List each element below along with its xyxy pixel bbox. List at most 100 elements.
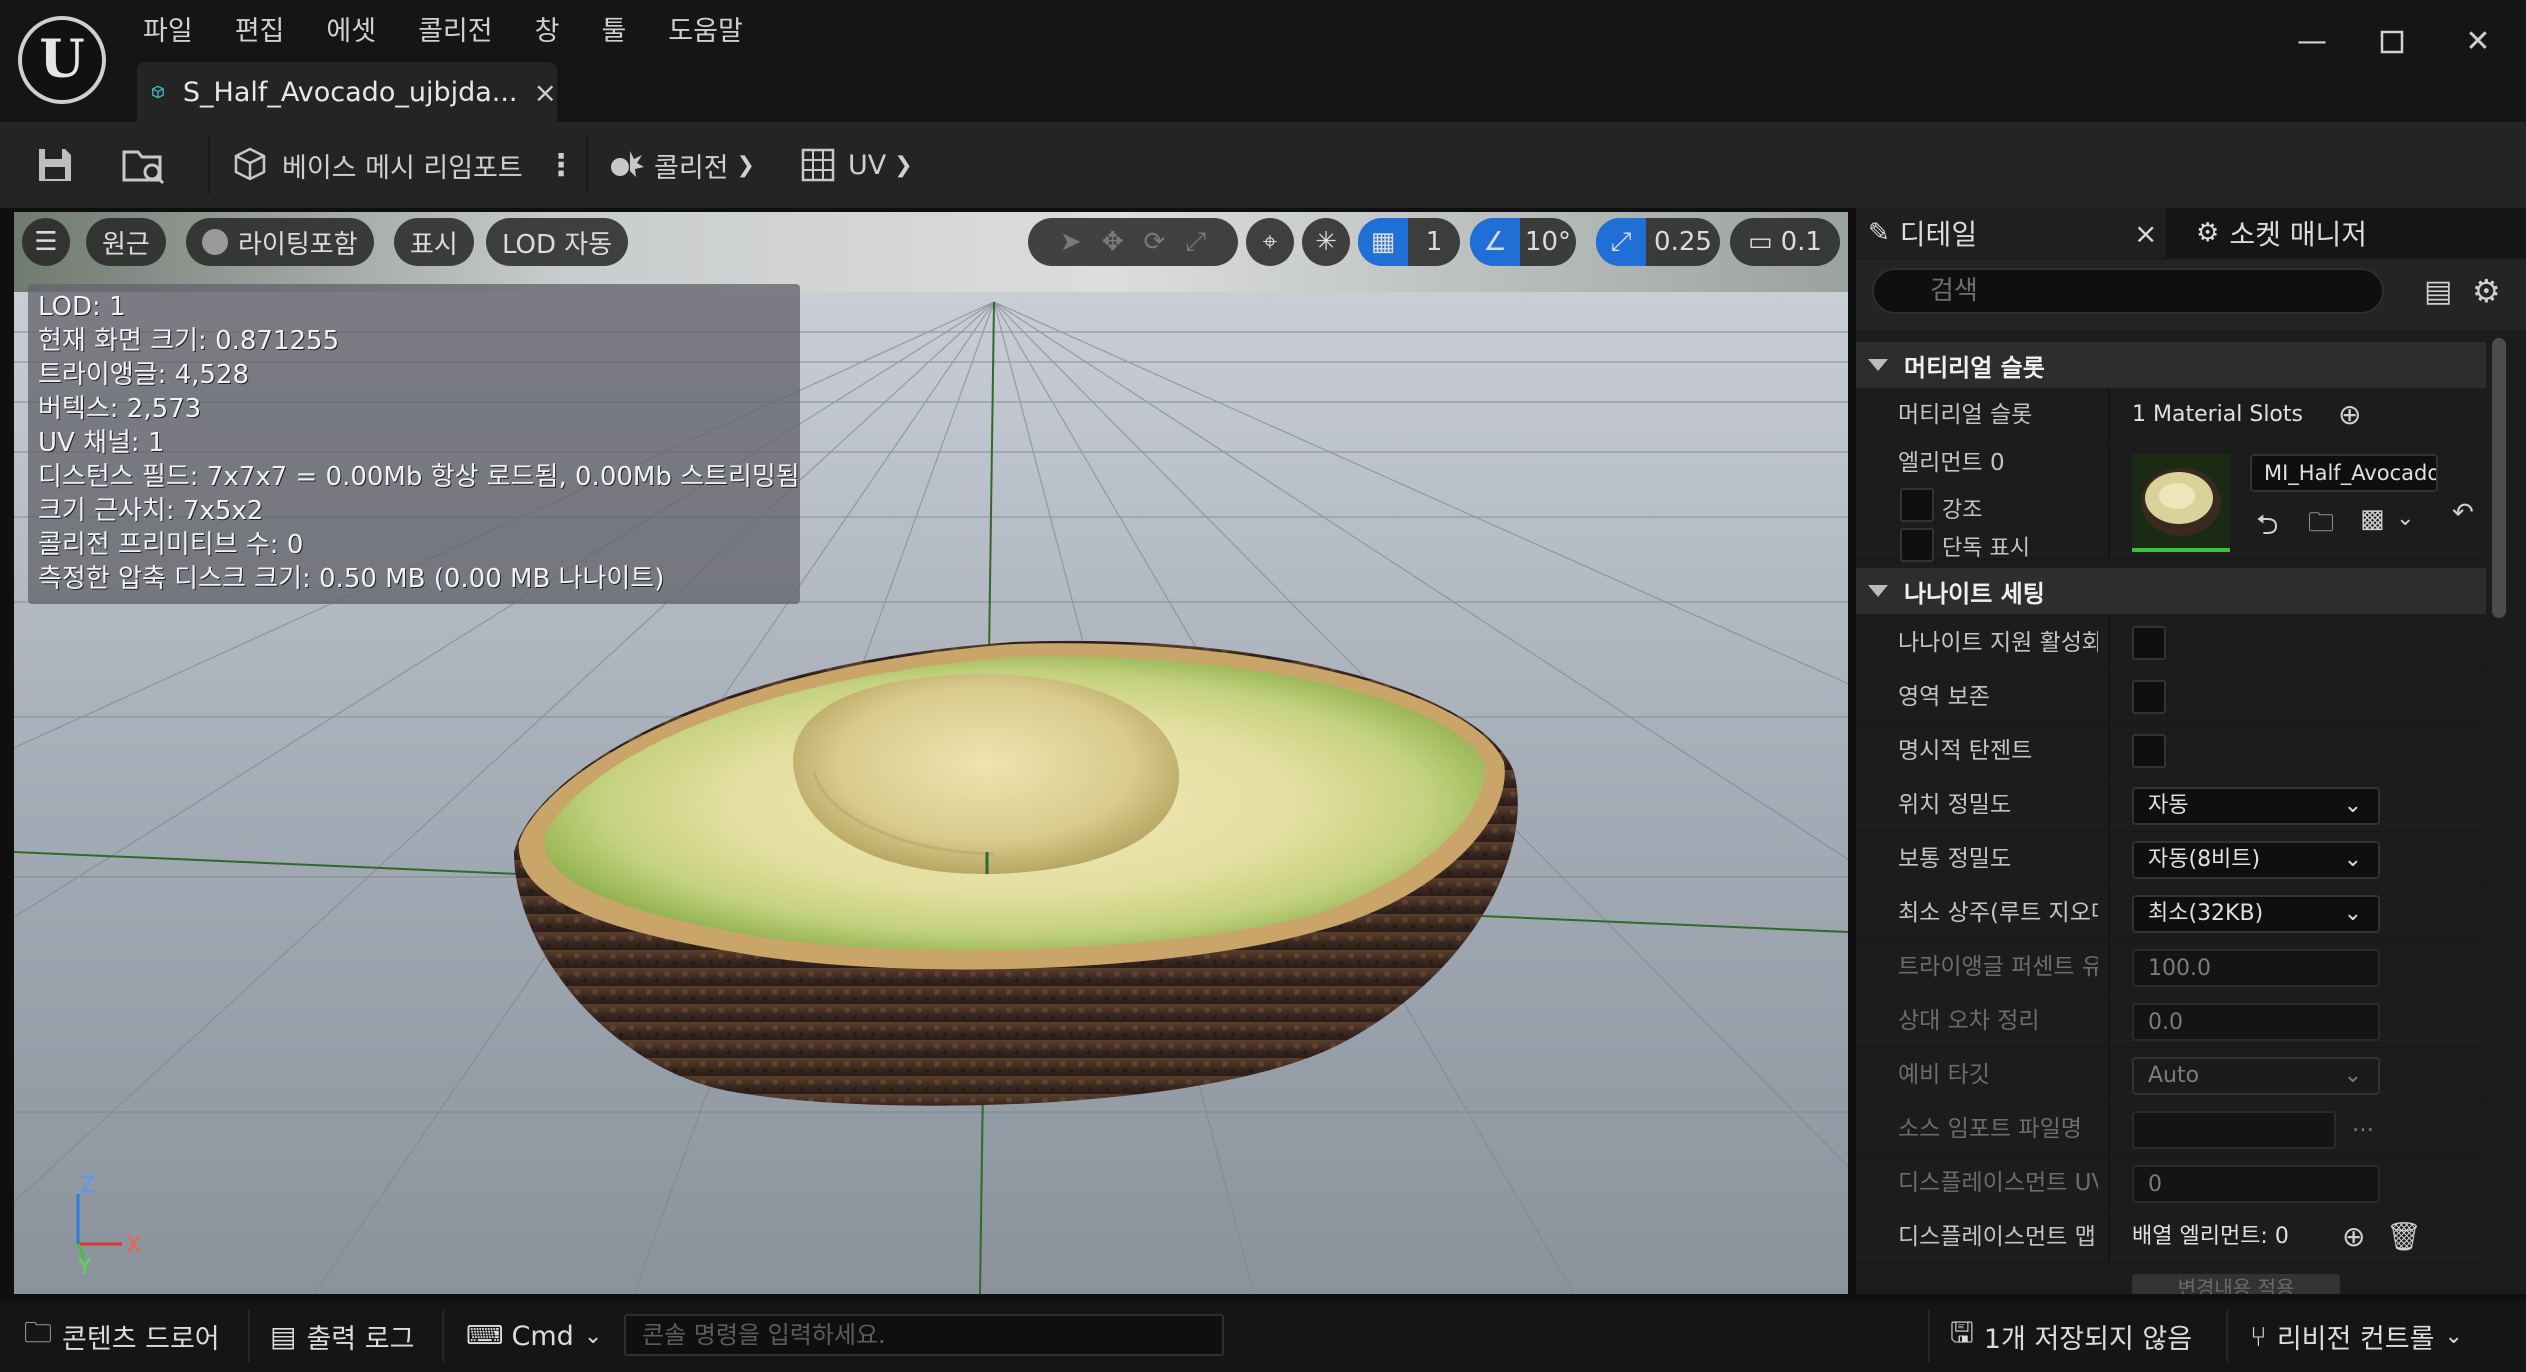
surface-snap-button[interactable]: ⌖ bbox=[1246, 218, 1294, 266]
console-command-input[interactable] bbox=[624, 1314, 1224, 1356]
position-precision-select[interactable]: 자동 ⌄ bbox=[2132, 787, 2380, 825]
rotate-tool-icon[interactable]: ⟳ bbox=[1143, 227, 1165, 257]
unsaved-assets-button[interactable]: 🖫 1개 저장되지 않음 bbox=[1950, 1316, 2192, 1356]
fallback-target-select[interactable]: Auto ⌄ bbox=[2132, 1057, 2380, 1095]
grid-snap-toggle[interactable]: ▦ 1 bbox=[1358, 218, 1460, 266]
mesh-viewport[interactable]: ☰ 원근 라이팅포함 표시 LOD 자동 ➤ ✥ ⟳ ⤢ ⌖ ✳ ▦ 1 ∠ 1… bbox=[14, 212, 1848, 1294]
collision-label: 콜리전 bbox=[654, 152, 729, 184]
show-button[interactable]: 표시 bbox=[394, 218, 474, 266]
prop-row-keep-triangle-percent: 트라이앵글 퍼센트 유지 bbox=[1856, 940, 2486, 994]
view-mode-button[interactable]: 라이팅포함 bbox=[186, 218, 374, 266]
lod-button[interactable]: LOD 자동 bbox=[486, 218, 629, 266]
nanite-enabled-checkbox[interactable] bbox=[2132, 626, 2166, 660]
select-tool-icon[interactable]: ➤ bbox=[1060, 227, 1082, 257]
category-nanite-settings[interactable]: 나나이트 세팅 bbox=[1856, 568, 2486, 614]
isolate-checkbox[interactable] bbox=[1900, 528, 1934, 562]
save-icon bbox=[39, 149, 71, 181]
keep-triangle-percent-input[interactable] bbox=[2132, 949, 2380, 987]
add-element-icon[interactable]: ⊕ bbox=[2342, 1220, 2365, 1253]
menu-edit[interactable]: 편집 bbox=[214, 12, 306, 52]
prop-label: 디스플레이스먼트 UV 채널 bbox=[1898, 1170, 2098, 1196]
column-divider bbox=[2108, 388, 2110, 441]
minimize-icon[interactable]: — bbox=[2292, 22, 2332, 62]
tab-details[interactable]: ✎ 디테일 × bbox=[1856, 208, 2166, 258]
reimport-options-icon[interactable]: ⋮ bbox=[546, 140, 576, 190]
stat-approx-size: 크기 근사치: 7x5x2 bbox=[38, 496, 264, 526]
reset-arrow-icon[interactable]: ↶ bbox=[2452, 498, 2474, 528]
normal-precision-select[interactable]: 자동(8비트) ⌄ bbox=[2132, 841, 2380, 879]
browse-asset-button[interactable] bbox=[120, 140, 168, 190]
stat-vertices: 버텍스: 2,573 bbox=[38, 394, 202, 424]
axis-y-label: Y bbox=[77, 1255, 92, 1274]
settings-gear-icon[interactable]: ⚙ bbox=[2472, 272, 2501, 310]
use-selected-icon[interactable]: ⮌ bbox=[2256, 504, 2278, 552]
source-import-filename-input[interactable] bbox=[2132, 1111, 2336, 1149]
delete-trash-icon[interactable]: 🗑 bbox=[2386, 1220, 2422, 1253]
menu-asset[interactable]: 에셋 bbox=[305, 12, 397, 52]
minimum-residency-select[interactable]: 최소(32KB) ⌄ bbox=[2132, 895, 2380, 933]
search-input[interactable] bbox=[1872, 268, 2384, 314]
preserve-area-checkbox[interactable] bbox=[2132, 680, 2166, 714]
camera-speed-button[interactable]: ▭ 0.1 bbox=[1730, 218, 1840, 266]
uv-dropdown[interactable]: UV ❯ bbox=[798, 140, 913, 190]
collapse-triangle-icon bbox=[1868, 585, 1888, 597]
cmd-dropdown[interactable]: ⌨ Cmd ⌄ bbox=[466, 1316, 602, 1356]
reimport-icon bbox=[234, 147, 266, 181]
output-log-button[interactable]: ▤ 출력 로그 bbox=[270, 1316, 414, 1356]
maximize-icon[interactable] bbox=[2372, 22, 2412, 62]
menu-window[interactable]: 창 bbox=[514, 12, 581, 52]
category-material-slots[interactable]: 머티리얼 슬롯 bbox=[1856, 342, 2486, 388]
unreal-logo[interactable]: U bbox=[18, 16, 106, 104]
checker-preview-icon[interactable]: ▩ bbox=[2360, 504, 2385, 534]
rotation-snap-toggle[interactable]: ∠ 10° bbox=[1470, 218, 1576, 266]
perspective-button[interactable]: 원근 bbox=[86, 218, 166, 266]
displacement-uv-channel-input[interactable] bbox=[2132, 1165, 2380, 1203]
stat-screen-size: 현재 화면 크기: 0.871255 bbox=[38, 326, 340, 356]
menu-bar: 파일 편집 에셋 콜리전 창 툴 도움말 bbox=[122, 12, 764, 52]
collision-dropdown[interactable]: 콜리전 ❯ bbox=[604, 140, 755, 190]
menu-collision[interactable]: 콜리전 bbox=[397, 12, 514, 52]
statusbar-divider bbox=[1928, 1310, 1930, 1362]
apply-changes-button[interactable]: 변경내용 적용 bbox=[2132, 1274, 2340, 1294]
move-tool-icon[interactable]: ✥ bbox=[1102, 227, 1124, 257]
title-bar: U 파일 편집 에셋 콜리전 창 툴 도움말 S_Half_Avocado_uj… bbox=[0, 0, 2526, 122]
scale-snap-toggle[interactable]: ⤢ 0.25 bbox=[1596, 218, 1720, 266]
menu-help[interactable]: 도움말 bbox=[647, 12, 764, 52]
highlight-checkbox[interactable] bbox=[1900, 488, 1934, 522]
reimport-base-mesh-button[interactable]: 베이스 메시 리임포트 bbox=[230, 140, 523, 190]
prop-label: 디스플레이스먼트 맵 bbox=[1898, 1224, 2096, 1250]
asset-tab-close-icon[interactable]: × bbox=[534, 76, 557, 109]
more-options-icon[interactable]: … bbox=[2352, 1112, 2374, 1137]
tab-socket-manager[interactable]: ⚙ 소켓 매니저 bbox=[2196, 208, 2367, 258]
prop-label: 머티리얼 슬롯 bbox=[1898, 402, 2033, 428]
prop-row-minimum-residency: 최소 상주(루트 지오메! 최소(32KB) ⌄ bbox=[1856, 886, 2486, 940]
content-drawer-button[interactable]: 🗀 콘텐츠 드로어 bbox=[24, 1316, 220, 1356]
tab-details-close-icon[interactable]: × bbox=[2134, 217, 2157, 250]
prop-label: 위치 정밀도 bbox=[1898, 792, 2012, 818]
prop-label: 나나이트 지원 활성화 bbox=[1898, 630, 2098, 656]
revision-control-button[interactable]: ⑂ 리비전 컨트롤 ⌄ bbox=[2250, 1316, 2463, 1356]
scale-tool-icon[interactable]: ⤢ bbox=[1185, 227, 1206, 258]
grid-snap-value: 1 bbox=[1425, 227, 1443, 257]
material-picker[interactable]: MI_Half_Avocado bbox=[2250, 454, 2438, 492]
trim-relative-error-input[interactable] bbox=[2132, 1003, 2380, 1041]
browse-icon[interactable]: 🗀 bbox=[2308, 504, 2334, 548]
add-slot-icon[interactable]: ⊕ bbox=[2338, 398, 2361, 431]
asset-tab[interactable]: S_Half_Avocado_ujbjda... × bbox=[137, 62, 557, 122]
table-view-icon[interactable]: ▤ bbox=[2424, 274, 2452, 309]
details-search-row: ⌕ ▤ ⚙ bbox=[1856, 260, 2526, 330]
statusbar-divider bbox=[248, 1310, 250, 1362]
close-window-icon[interactable]: ✕ bbox=[2458, 22, 2498, 62]
menu-file[interactable]: 파일 bbox=[122, 12, 214, 52]
chevron-down-icon[interactable]: ⌄ bbox=[2396, 506, 2414, 531]
explicit-tangents-checkbox[interactable] bbox=[2132, 734, 2166, 768]
statusbar-divider bbox=[2226, 1310, 2228, 1362]
scale-snap-value: 0.25 bbox=[1654, 227, 1712, 257]
menu-tools[interactable]: 툴 bbox=[580, 12, 647, 52]
coordinate-system-button[interactable]: ✳ bbox=[1302, 218, 1350, 266]
viewport-menu-button[interactable]: ☰ bbox=[22, 218, 70, 266]
material-thumbnail[interactable] bbox=[2132, 454, 2230, 552]
prop-label: 소스 임포트 파일명 bbox=[1898, 1116, 2082, 1142]
details-scrollbar[interactable] bbox=[2492, 338, 2506, 618]
save-button[interactable] bbox=[34, 140, 76, 190]
